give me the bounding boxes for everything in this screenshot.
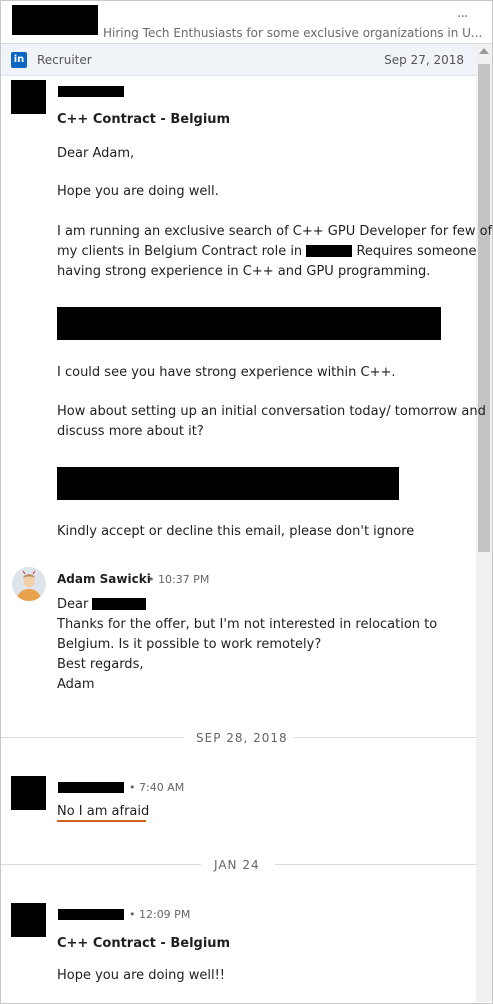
message-text: No I am afraid [57, 804, 150, 819]
message-text: I am running an exclusive search of C++ … [57, 224, 493, 239]
date-divider-line [293, 737, 476, 738]
message-text: Adam [57, 677, 95, 692]
redacted-sender-name [58, 782, 124, 793]
redacted-avatar [11, 776, 46, 810]
recruiter-label: Recruiter [37, 53, 92, 67]
date-divider-line [1, 864, 201, 865]
conversation-header: Hiring Tech Enthusiasts for some exclusi… [1, 1, 492, 44]
avatar[interactable] [12, 567, 46, 601]
redacted-participant-name [12, 5, 98, 35]
message-text: I could see you have strong experience w… [57, 365, 396, 380]
message-timestamp: • 12:09 PM [129, 908, 191, 921]
conversation-subject[interactable]: Hiring Tech Enthusiasts for some exclusi… [103, 26, 482, 40]
message-text: Hope you are doing well!! [57, 968, 226, 983]
redacted-paragraph [57, 307, 441, 340]
banner-date: Sep 27, 2018 [384, 53, 464, 67]
message-timestamp: • 7:40 AM [129, 781, 185, 794]
message-text: discuss more about it? [57, 424, 204, 439]
message-greeting: Dear Adam, [57, 146, 135, 161]
redacted-recipient-name [92, 598, 147, 610]
redacted-avatar [11, 903, 46, 937]
date-divider-line [275, 864, 476, 865]
redacted-paragraph [57, 467, 399, 500]
user-avatar-icon [12, 567, 46, 601]
message-text: Dear [57, 597, 89, 612]
message-text: having strong experience in C++ and GPU … [57, 264, 431, 279]
scrollbar-thumb[interactable] [478, 64, 490, 552]
message-text: Kindly accept or decline this email, ple… [57, 524, 415, 539]
message-text: my clients in Belgium Contract role in [57, 244, 303, 259]
redacted-sender-name [58, 909, 124, 920]
date-divider-label: JAN 24 [214, 858, 260, 872]
message-subject: C++ Contract - Belgium [57, 936, 231, 951]
scroll-up-arrow-icon[interactable] [479, 48, 489, 54]
message-text: Thanks for the offer, but I'm not intere… [57, 617, 438, 632]
more-options-icon[interactable]: ··· [457, 9, 468, 25]
redacted-avatar [11, 80, 46, 114]
message-text: Hope you are doing well. [57, 184, 219, 199]
message-text: Best regards, [57, 657, 144, 672]
message-text: Requires someone [356, 244, 477, 259]
highlight-underline [57, 820, 146, 822]
recruiter-banner: in Recruiter Sep 27, 2018 [1, 44, 476, 76]
message-text: How about setting up an initial conversa… [57, 404, 486, 419]
linkedin-icon: in [11, 52, 27, 68]
date-divider-label: SEP 28, 2018 [196, 731, 288, 745]
redacted-location [306, 245, 353, 257]
message-text-line: Dear [57, 597, 147, 612]
message-timestamp: • 10:37 PM [148, 573, 210, 586]
message-text-line: my clients in Belgium Contract role in R… [57, 244, 477, 259]
date-divider-line [1, 737, 183, 738]
redacted-sender-name [58, 86, 124, 97]
sender-name[interactable]: Adam Sawicki [57, 572, 151, 586]
message-subject: C++ Contract - Belgium [57, 112, 231, 127]
message-text: Belgium. Is it possible to work remotely… [57, 637, 322, 652]
